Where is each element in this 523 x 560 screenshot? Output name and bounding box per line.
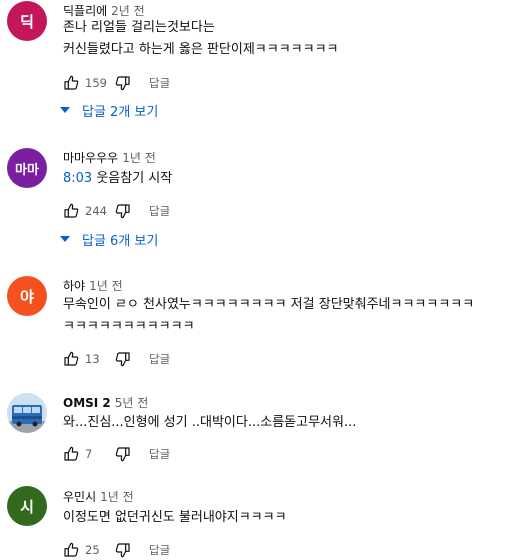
thumbs-down-icon[interactable] xyxy=(115,75,131,91)
reply-button[interactable]: 답글 xyxy=(149,446,170,462)
comment-meta: OMSI 2 5년 전 xyxy=(63,394,148,411)
comment-time[interactable]: 1년 전 xyxy=(100,490,134,504)
comment-meta: 하야 1년 전 xyxy=(63,277,123,294)
thumbs-up-icon[interactable] xyxy=(63,203,79,219)
comment-time[interactable]: 5년 전 xyxy=(115,396,149,410)
author-name[interactable]: 하야 xyxy=(63,279,85,293)
comment-actions: 159 답글 xyxy=(63,73,170,93)
author-name[interactable]: 마마우우우 xyxy=(63,151,118,165)
author-name[interactable]: 우민시 xyxy=(63,490,96,504)
timestamp-link[interactable]: 8:03 xyxy=(63,171,92,186)
comment-actions: 7 답글 xyxy=(63,444,170,464)
thumbs-down-icon[interactable] xyxy=(115,446,131,462)
like-count: 7 xyxy=(85,447,93,461)
comment-text: 웃음참기 시작 xyxy=(92,171,173,186)
comment-text-line: 무속인이 ㄹㅇ 천사였누ㅋㅋㅋㅋㅋㅋㅋㅋ 저걸 장단맞춰주네ㅋㅋㅋㅋㅋㅋㅋ xyxy=(63,297,475,312)
comment-text-line: 존나 리얼들 걸리는것보다는 xyxy=(63,20,215,35)
like-count: 25 xyxy=(85,543,100,557)
author-name[interactable]: OMSI 2 xyxy=(63,396,111,410)
avatar[interactable] xyxy=(7,393,47,433)
comment-time[interactable]: 1년 전 xyxy=(122,151,156,165)
comment-time[interactable]: 1년 전 xyxy=(89,279,123,293)
thumbs-up-icon[interactable] xyxy=(63,75,79,91)
reply-button[interactable]: 답글 xyxy=(149,203,170,219)
reply-button[interactable]: 답글 xyxy=(149,75,170,91)
thumbs-up-icon[interactable] xyxy=(63,446,79,462)
like-count: 244 xyxy=(85,204,107,218)
comment-meta: 우민시 1년 전 xyxy=(63,488,134,505)
comment-actions: 244 답글 xyxy=(63,201,170,221)
avatar[interactable]: 야 xyxy=(7,276,47,316)
comment-text-line: 8:03 웃음참기 시작 xyxy=(63,168,172,190)
caret-down-icon xyxy=(60,233,72,245)
view-replies-button[interactable]: 답글 6개 보기 xyxy=(60,229,158,249)
avatar[interactable]: 딕 xyxy=(7,1,47,41)
thumbs-down-icon[interactable] xyxy=(115,542,131,558)
comment-time[interactable]: 2년 전 xyxy=(111,4,145,18)
author-name[interactable]: 딕플리에 xyxy=(63,4,107,18)
bus-photo-icon xyxy=(7,393,47,433)
thumbs-down-icon[interactable] xyxy=(115,351,131,367)
like-count: 13 xyxy=(85,352,100,366)
avatar[interactable]: 마마 xyxy=(7,148,47,188)
comment-text-line: 커신들렸다고 하는게 옳은 판단이제ㅋㅋㅋㅋㅋㅋㅋ xyxy=(63,42,339,57)
comment-meta: 마마우우우 1년 전 xyxy=(63,149,156,166)
comment-actions: 25 답글 xyxy=(63,540,170,560)
thumbs-down-icon[interactable] xyxy=(115,203,131,219)
like-count: 159 xyxy=(85,76,107,90)
reply-button[interactable]: 답글 xyxy=(149,542,170,558)
comment-text-line: ㅋㅋㅋㅋㅋㅋㅋㅋㅋㅋㅋ xyxy=(63,319,195,334)
comment-text-line: 와...진심...인형에 성기 ..대박이다...소름돋고무서워... xyxy=(63,415,357,430)
avatar[interactable]: 시 xyxy=(7,486,47,526)
caret-down-icon xyxy=(60,104,72,116)
thumbs-up-icon[interactable] xyxy=(63,542,79,558)
reply-button[interactable]: 답글 xyxy=(149,351,170,367)
thumbs-up-icon[interactable] xyxy=(63,351,79,367)
view-replies-label: 답글 6개 보기 xyxy=(82,233,159,249)
view-replies-label: 답글 2개 보기 xyxy=(82,104,159,120)
comment-actions: 13 답글 xyxy=(63,349,170,369)
comment-text-line: 이정도면 없던귀신도 불러내야지ㅋㅋㅋㅋ xyxy=(63,510,287,525)
view-replies-button[interactable]: 답글 2개 보기 xyxy=(60,100,158,120)
